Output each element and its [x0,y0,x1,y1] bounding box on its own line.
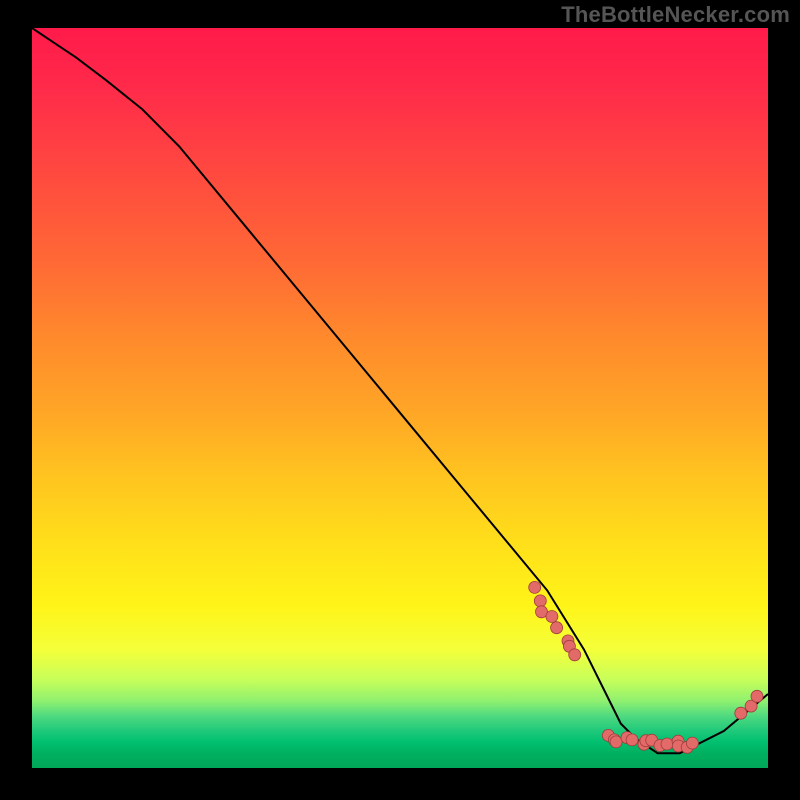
data-point [751,690,763,702]
data-point [569,649,581,661]
data-point [661,738,673,750]
curve-layer [32,28,768,768]
data-point [610,736,622,748]
data-point [551,622,563,634]
bottleneck-curve [32,28,768,753]
data-point [735,707,747,719]
data-point [546,611,558,623]
data-point [686,737,698,749]
data-point [529,581,541,593]
plot-area [32,28,768,768]
watermark-text: TheBottleNecker.com [561,2,790,28]
data-point [534,595,546,607]
data-point [626,734,638,746]
chart-frame: TheBottleNecker.com [0,0,800,800]
